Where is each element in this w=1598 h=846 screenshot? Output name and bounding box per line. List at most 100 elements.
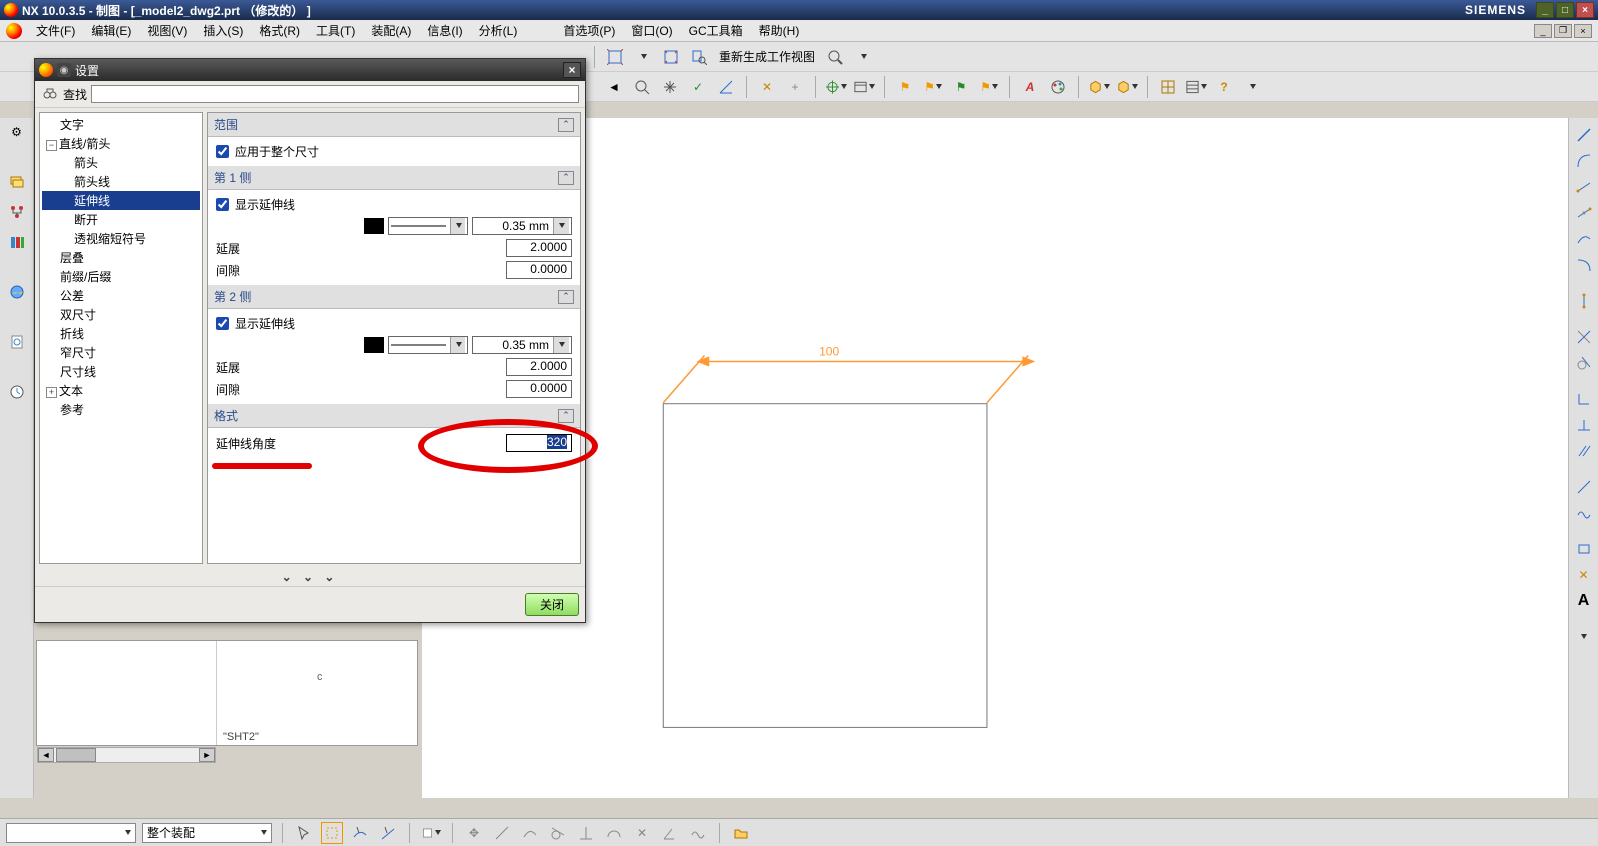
line3-icon[interactable] <box>1573 202 1595 224</box>
document-icon[interactable] <box>5 330 29 354</box>
font-a-icon[interactable]: A <box>1018 75 1042 99</box>
target-icon[interactable] <box>824 75 848 99</box>
close-button[interactable]: × <box>1576 2 1594 18</box>
parallel-icon[interactable] <box>1573 440 1595 462</box>
angle-icon[interactable] <box>714 75 738 99</box>
side1-gap-input[interactable]: 0.0000 <box>506 261 572 279</box>
wave-icon[interactable] <box>1573 502 1595 524</box>
globe-icon[interactable] <box>5 280 29 304</box>
sheet-icon[interactable] <box>420 822 442 844</box>
line-diag-icon[interactable] <box>1573 124 1595 146</box>
dialog-close-button[interactable]: × <box>563 62 581 78</box>
side2-gap-input[interactable]: 0.0000 <box>506 380 572 398</box>
expand-icon[interactable]: + <box>46 387 57 398</box>
menu-assembly[interactable]: 装配(A) <box>363 20 419 41</box>
section-format-header[interactable]: 格式⌃ <box>208 404 580 428</box>
tb-dropdown-2[interactable] <box>851 45 875 69</box>
letter-a-icon[interactable]: A <box>1573 590 1595 612</box>
menu-info[interactable]: 信息(I) <box>419 20 470 41</box>
tree-item-arrowline[interactable]: 箭头线 <box>42 172 200 191</box>
chevron-up-icon[interactable]: ⌃ <box>558 171 574 185</box>
side1-linetype-combo[interactable] <box>388 217 468 235</box>
plus-icon[interactable]: + <box>783 75 807 99</box>
side1-show-checkbox[interactable] <box>216 198 229 211</box>
sheet-tab[interactable]: "SHT2" <box>223 731 259 743</box>
side2-color-swatch[interactable] <box>364 337 384 353</box>
zoom-window-icon[interactable] <box>687 45 711 69</box>
palette-icon[interactable] <box>1046 75 1070 99</box>
cursor-edge-icon[interactable] <box>377 822 399 844</box>
nav-wave-icon[interactable] <box>687 822 709 844</box>
tree-icon[interactable] <box>5 200 29 224</box>
nav-perp-icon[interactable] <box>575 822 597 844</box>
menu-edit[interactable]: 编辑(E) <box>83 20 139 41</box>
dialog-close-action-button[interactable]: 关闭 <box>525 593 579 616</box>
tree-item-line-arrow[interactable]: −直线/箭头 <box>42 134 200 153</box>
help-icon[interactable]: ? <box>1212 75 1236 99</box>
tb-dropdown-end[interactable] <box>1240 75 1264 99</box>
pan-icon[interactable] <box>658 75 682 99</box>
folder-icon[interactable] <box>730 822 752 844</box>
arc3-icon[interactable] <box>1573 254 1595 276</box>
tree-item-extension[interactable]: 延伸线 <box>42 191 200 210</box>
tree-item-narrow[interactable]: 窄尺寸 <box>42 343 200 362</box>
nav-move-icon[interactable]: ✥ <box>463 822 485 844</box>
flag1-icon[interactable]: ⚑ <box>893 75 917 99</box>
apply-whole-checkbox[interactable] <box>216 145 229 158</box>
fit-view-icon[interactable] <box>603 45 627 69</box>
zoom-icon[interactable] <box>630 75 654 99</box>
corner-icon[interactable] <box>1573 388 1595 410</box>
menu-file[interactable]: 文件(F) <box>28 20 83 41</box>
side2-show-checkbox[interactable] <box>216 317 229 330</box>
side2-extend-input[interactable]: 2.0000 <box>506 358 572 376</box>
check-icon[interactable]: ✓ <box>686 75 710 99</box>
settings-tree[interactable]: 文字 −直线/箭头 箭头 箭头线 延伸线 断开 透视缩短符号 层叠 前缀/后缀 … <box>39 112 203 564</box>
menu-insert[interactable]: 插入(S) <box>195 20 251 41</box>
tree-item-dimline[interactable]: 尺寸线 <box>42 362 200 381</box>
select-box-icon[interactable] <box>321 822 343 844</box>
minimize-button[interactable]: _ <box>1536 2 1554 18</box>
doc-restore-button[interactable]: ❐ <box>1554 24 1572 38</box>
magnify-icon[interactable] <box>823 45 847 69</box>
flag4-icon[interactable]: ⚑ <box>977 75 1001 99</box>
intersect-icon[interactable] <box>1573 326 1595 348</box>
expand-bar[interactable]: ⌄ ⌄ ⌄ <box>35 568 585 586</box>
tree-item-reference[interactable]: 参考 <box>42 400 200 419</box>
arrow-left-icon[interactable]: ◄ <box>602 75 626 99</box>
menu-gctoolbox[interactable]: GC工具箱 <box>681 20 751 41</box>
vert-line-icon[interactable] <box>1573 290 1595 312</box>
side2-linetype-combo[interactable] <box>388 336 468 354</box>
rect-icon[interactable] <box>1573 538 1595 560</box>
arrow-down-icon[interactable] <box>1573 626 1595 648</box>
books-icon[interactable] <box>5 230 29 254</box>
nav-semi-icon[interactable] <box>603 822 625 844</box>
cross-icon[interactable]: ✕ <box>755 75 779 99</box>
gear-icon[interactable]: ⚙ <box>5 120 29 144</box>
window-icon[interactable] <box>852 75 876 99</box>
ext-angle-input[interactable]: 320 <box>506 434 572 452</box>
menu-window[interactable]: 窗口(O) <box>623 20 680 41</box>
zoom-region-icon[interactable] <box>659 45 683 69</box>
find-input[interactable] <box>91 85 579 103</box>
side1-extend-input[interactable]: 2.0000 <box>506 239 572 257</box>
cross2-icon[interactable]: ✕ <box>1573 564 1595 586</box>
side1-color-swatch[interactable] <box>364 218 384 234</box>
tree-item-textnode[interactable]: +文本 <box>42 381 200 400</box>
menu-help[interactable]: 帮助(H) <box>751 20 808 41</box>
tree-item-tolerance[interactable]: 公差 <box>42 286 200 305</box>
maximize-button[interactable]: □ <box>1556 2 1574 18</box>
tree-item-break[interactable]: 断开 <box>42 210 200 229</box>
side2-thickness-combo[interactable]: 0.35 mm <box>472 336 572 354</box>
section-side1-header[interactable]: 第 1 侧⌃ <box>208 166 580 190</box>
cursor-surface-icon[interactable] <box>349 822 371 844</box>
perp-icon[interactable] <box>1573 414 1595 436</box>
menu-view[interactable]: 视图(V) <box>139 20 195 41</box>
flag2-icon[interactable]: ⚑ <box>921 75 945 99</box>
nav-cross-icon[interactable]: ✕ <box>631 822 653 844</box>
tree-item-text[interactable]: 文字 <box>42 115 200 134</box>
chevron-up-icon[interactable]: ⌃ <box>558 118 574 132</box>
tree-item-arrow[interactable]: 箭头 <box>42 153 200 172</box>
tree-item-stacking[interactable]: 层叠 <box>42 248 200 267</box>
clock-icon[interactable] <box>5 380 29 404</box>
scroll-thumb[interactable] <box>56 748 96 762</box>
